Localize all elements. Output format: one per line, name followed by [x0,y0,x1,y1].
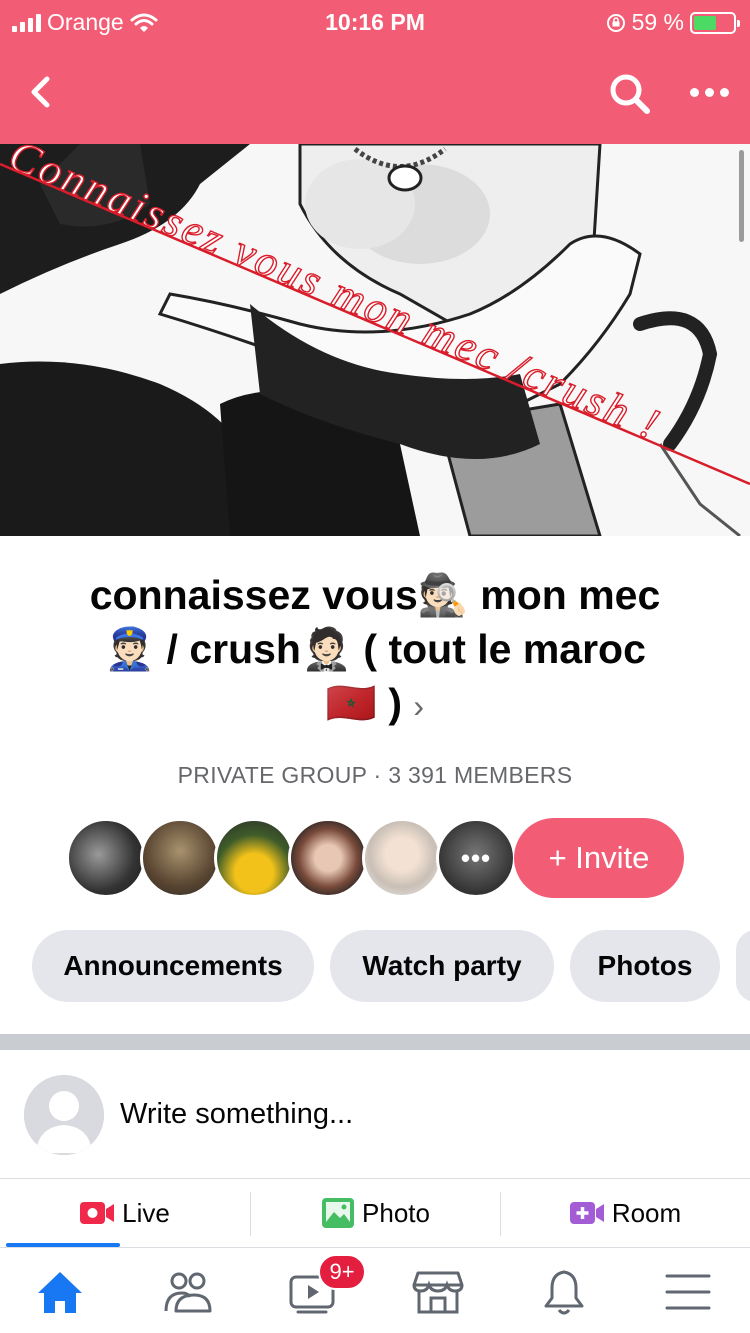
member-avatar[interactable] [288,818,368,898]
photo-button[interactable]: Photo [251,1180,501,1246]
bottom-tab-bar [0,1247,750,1333]
more-members[interactable]: ••• [436,818,516,898]
home-icon [38,1272,82,1313]
marketplace-icon [412,1271,464,1314]
chevron-right-icon: › [413,688,425,724]
avatar[interactable] [24,1075,104,1155]
scrollbar[interactable] [739,150,744,242]
menu-icon [665,1274,711,1310]
more-icon[interactable] [684,74,734,110]
live-button[interactable]: Live [0,1180,250,1246]
group-title-line: 🇲🇦 ) [325,680,403,726]
chip-watch-party[interactable]: Watch party [330,930,554,1002]
write-something-input[interactable]: Write something... [120,1098,353,1131]
group-title-line: 👮🏻 / crush🤵🏻 ( tout le maroc [104,626,646,672]
groups-icon [164,1272,212,1313]
group-meta: PRIVATE GROUP · 3 391 MEMBERS [177,762,573,788]
member-avatar[interactable] [362,818,442,898]
room-button[interactable]: Room [501,1180,750,1246]
cover-illustration: Connaissez vous mon mec /crush ! [0,144,750,536]
status-bar: Orange 10:16 PM 59 % [0,0,750,44]
tab-home[interactable] [30,1264,90,1320]
chip-photos[interactable]: Photos [570,930,720,1002]
group-title[interactable]: connaissez vous🕵🏻 mon mec 👮🏻 / crush🤵🏻 (… [40,568,710,733]
member-avatar[interactable] [66,818,146,898]
bell-icon [544,1270,584,1315]
group-tabs: Announcements Watch party Photos [0,930,750,1002]
orientation-lock-icon [606,13,625,32]
invite-button[interactable]: + Invite [514,818,684,898]
watch-notification-badge: 9+ [318,1254,366,1290]
live-label: Live [122,1197,170,1228]
screen: Orange 10:16 PM 59 % Connaissez vous mon… [0,0,750,1333]
live-video-icon [80,1202,115,1224]
divider [0,1178,750,1179]
chip-more[interactable] [736,930,750,1002]
member-avatar[interactable] [140,818,220,898]
photo-label: Photo [362,1197,430,1228]
battery-percent: 59 % [631,9,684,35]
back-icon[interactable] [20,70,64,114]
room-label: Room [611,1197,682,1228]
chip-announcements[interactable]: Announcements [32,930,314,1002]
tab-menu[interactable] [658,1264,718,1320]
section-divider [0,1034,750,1050]
search-icon[interactable] [606,70,652,116]
photo-icon [322,1198,355,1228]
default-avatar-icon [24,1075,104,1155]
member-avatar[interactable] [214,818,294,898]
battery-icon [690,11,740,34]
tab-notifications[interactable] [534,1264,594,1320]
tab-groups[interactable] [158,1264,218,1320]
tab-marketplace[interactable] [408,1264,468,1320]
header-bar [0,44,750,144]
composer-actions: Live Photo Room [0,1180,750,1246]
more-members-label: ••• [460,842,492,873]
cover-photo[interactable]: Connaissez vous mon mec /crush ! [0,144,750,536]
room-video-icon [569,1202,604,1224]
group-title-line: connaissez vous🕵🏻 mon mec [89,572,661,618]
